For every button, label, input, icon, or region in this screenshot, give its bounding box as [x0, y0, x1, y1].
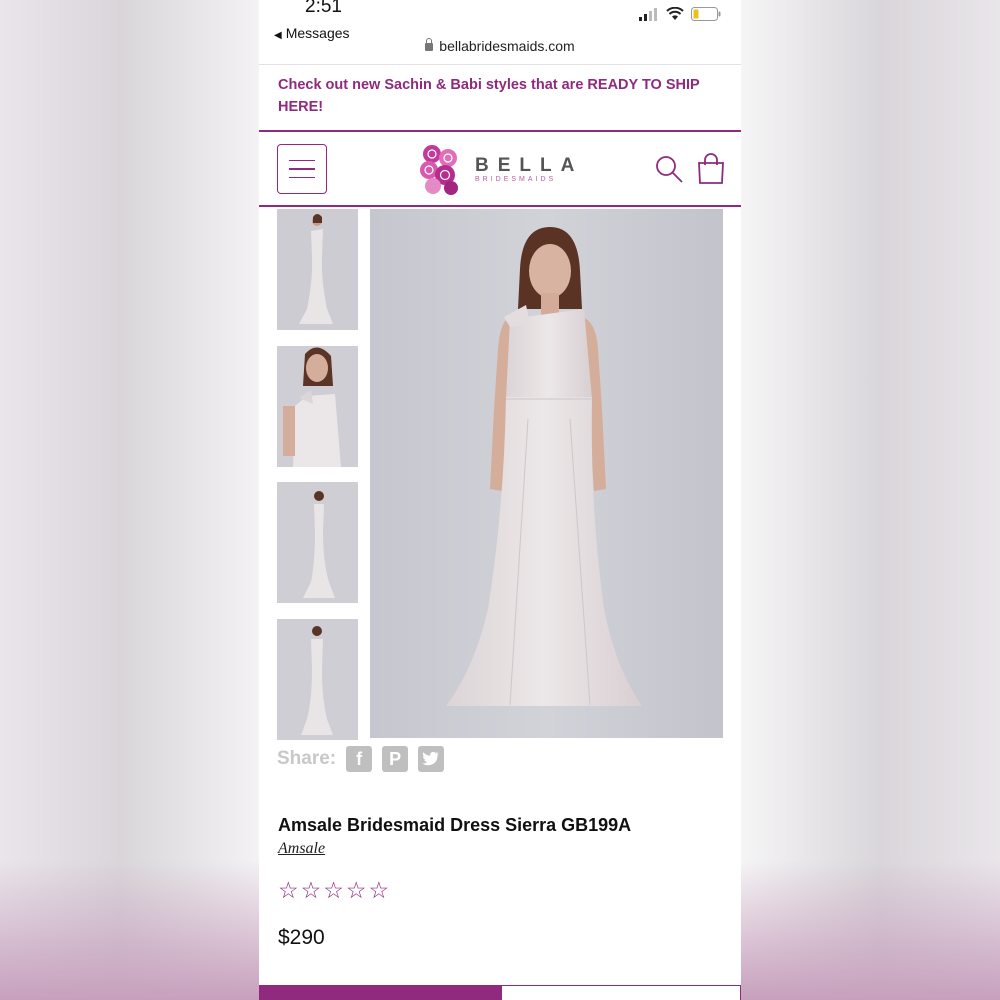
- secondary-action-button[interactable]: [501, 985, 741, 1000]
- logo-title: BELLA: [475, 155, 584, 176]
- dress-thumbnail-image: [277, 482, 358, 603]
- cart-button[interactable]: [697, 153, 725, 190]
- search-icon: [656, 156, 683, 183]
- share-row: Share: f P: [277, 746, 445, 772]
- thumbnail-front[interactable]: [277, 209, 358, 330]
- menu-line: [289, 176, 315, 179]
- phone-screen: 2:51 ◀ Messages bellabridesmaids.com Chec…: [259, 0, 741, 1000]
- battery-icon: [691, 7, 721, 21]
- product-price: $290: [278, 926, 325, 949]
- primary-action-button[interactable]: [259, 985, 501, 1000]
- product-title: Amsale Bridesmaid Dress Sierra GB199A: [278, 815, 632, 835]
- logo-subtitle: BRIDESMAIDS: [475, 176, 557, 183]
- pinterest-icon[interactable]: P: [382, 746, 409, 772]
- twitter-icon[interactable]: [418, 746, 445, 772]
- thumbnail-side[interactable]: [277, 482, 358, 603]
- address-bar[interactable]: bellabridesmaids.com: [259, 38, 741, 54]
- twitter-bird-icon: [422, 751, 440, 766]
- star-outline-icon[interactable]: ☆: [323, 877, 344, 903]
- thumbnail-back[interactable]: [277, 619, 358, 740]
- main-product-image[interactable]: [370, 209, 723, 738]
- star-outline-icon[interactable]: ☆: [369, 877, 390, 903]
- status-icons: [639, 7, 721, 21]
- divider: [259, 64, 741, 65]
- dress-thumbnail-image: [277, 209, 358, 330]
- lock-icon: [425, 38, 434, 51]
- dress-thumbnail-image: [277, 346, 358, 467]
- dress-main-image: [370, 209, 723, 738]
- brand-link[interactable]: Amsale: [278, 840, 325, 858]
- bottom-action-bar: [259, 985, 741, 1000]
- divider: [259, 205, 741, 207]
- share-label: Share:: [277, 748, 337, 769]
- url-text: bellabridesmaids.com: [439, 38, 575, 54]
- facebook-icon[interactable]: f: [346, 746, 373, 772]
- wifi-icon: [666, 7, 684, 20]
- rating-stars[interactable]: ☆ ☆ ☆ ☆ ☆: [278, 877, 389, 903]
- star-outline-icon[interactable]: ☆: [278, 877, 299, 903]
- menu-line: [289, 168, 315, 170]
- star-outline-icon[interactable]: ☆: [301, 877, 322, 903]
- promo-banner-link[interactable]: Check out new Sachin & Babi styles that …: [278, 74, 718, 118]
- divider: [259, 130, 741, 132]
- bella-logo[interactable]: BELLA BRIDESMAIDS: [417, 142, 583, 196]
- logo-text: BELLA BRIDESMAIDS: [475, 155, 583, 183]
- status-time: 2:51: [305, 0, 342, 17]
- shopping-bag-icon: [698, 153, 724, 184]
- menu-line: [289, 159, 315, 162]
- search-button[interactable]: [655, 155, 685, 190]
- rose-logo-icon: [420, 145, 458, 195]
- thumbnail-closeup[interactable]: [277, 346, 358, 467]
- star-outline-icon[interactable]: ☆: [346, 877, 367, 903]
- cellular-signal-icon: [639, 7, 657, 21]
- dress-thumbnail-image: [277, 619, 358, 740]
- hamburger-menu-button[interactable]: [277, 144, 327, 194]
